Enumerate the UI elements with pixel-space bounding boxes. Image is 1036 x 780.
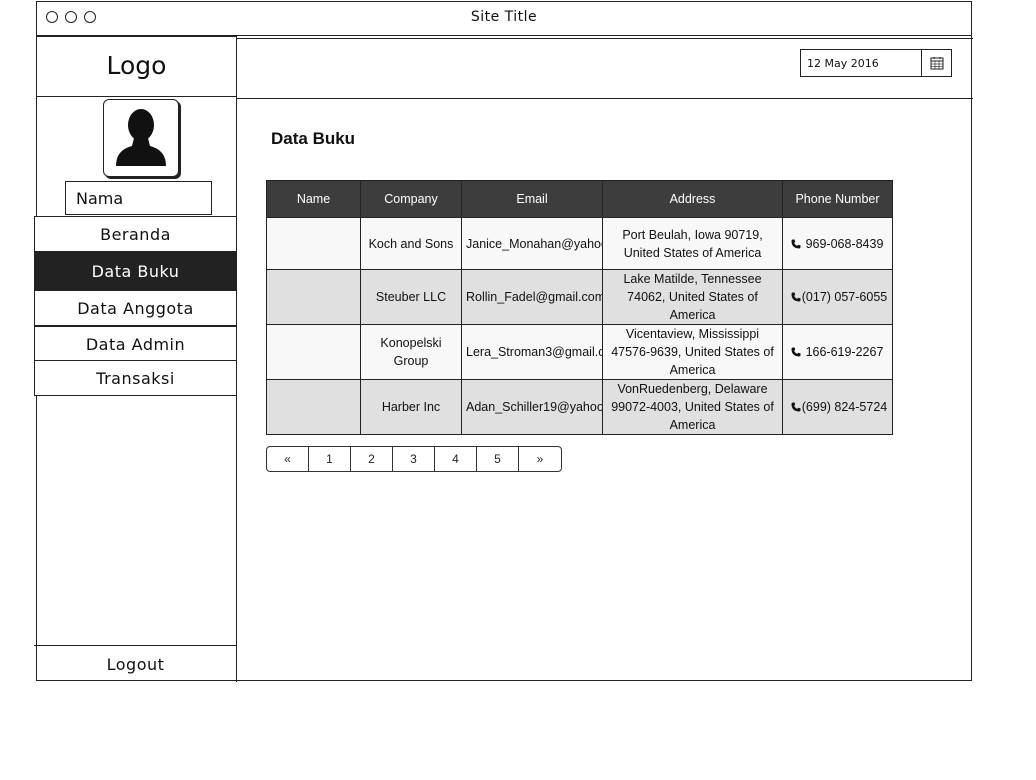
phone-number: (699) 824-5724 — [801, 400, 888, 414]
pagination-prev-button[interactable]: « — [267, 447, 309, 471]
cell-address: Vicentaview, Mississippi 47576-9639, Uni… — [602, 324, 783, 380]
pagination: « 1 2 3 4 5 » — [266, 446, 562, 472]
cell-name — [266, 269, 361, 325]
sidebar-item-label: Data Anggota — [77, 298, 194, 318]
cell-name — [266, 217, 361, 270]
cell-phone: (017) 057-6055 — [782, 269, 893, 325]
sidebar: Nama Beranda Data Buku Data Anggota Data… — [34, 97, 237, 682]
pagination-page-3[interactable]: 3 — [393, 447, 435, 471]
column-header-address[interactable]: Address — [602, 180, 783, 218]
column-header-company[interactable]: Company — [360, 180, 462, 218]
phone-number: 166-619-2267 — [805, 345, 884, 359]
phone-number: (017) 057-6055 — [801, 290, 888, 304]
sidebar-item-data-buku[interactable]: Data Buku — [34, 252, 237, 290]
cell-address: VonRuedenberg, Delaware 99072-4003, Unit… — [602, 379, 783, 435]
cell-company: Steuber LLC — [360, 269, 462, 325]
date-picker[interactable]: 12 May 2016 — [800, 49, 952, 77]
table-row[interactable]: Konopelski Group Lera_Stroman3@gmail.com… — [266, 324, 893, 380]
sidebar-item-data-admin[interactable]: Data Admin — [34, 326, 237, 362]
sidebar-item-beranda[interactable]: Beranda — [34, 216, 237, 252]
sidebar-item-transaksi[interactable]: Transaksi — [34, 360, 237, 396]
table-row[interactable]: Harber Inc Adan_Schiller19@yahoo.com Von… — [266, 379, 893, 435]
cell-address: Lake Matilde, Tennessee 74062, United St… — [602, 269, 783, 325]
phone-icon — [787, 402, 801, 412]
phone-icon — [787, 347, 801, 357]
sidebar-item-label: Data Admin — [85, 334, 186, 354]
user-name-field: Nama — [65, 181, 212, 215]
page-title: Data Buku — [271, 129, 356, 148]
pagination-page-1[interactable]: 1 — [309, 447, 351, 471]
table-row[interactable]: Steuber LLC Rollin_Fadel@gmail.com Lake … — [266, 269, 893, 325]
column-header-email[interactable]: Email — [461, 180, 603, 218]
user-silhouette-icon — [103, 99, 179, 177]
column-header-phone[interactable]: Phone Number — [782, 180, 893, 218]
cell-name — [266, 324, 361, 380]
cell-address: Port Beulah, Iowa 90719, United States o… — [602, 217, 783, 270]
sidebar-item-data-anggota[interactable]: Data Anggota — [34, 290, 237, 326]
cell-email: Lera_Stroman3@gmail.com — [461, 324, 603, 380]
cell-name — [266, 379, 361, 435]
pagination-page-5[interactable]: 5 — [477, 447, 519, 471]
title-bar: Site Title — [37, 2, 971, 36]
date-value: 12 May 2016 — [807, 57, 879, 70]
cell-company: Konopelski Group — [360, 324, 462, 380]
pagination-page-4[interactable]: 4 — [435, 447, 477, 471]
cell-company: Harber Inc — [360, 379, 462, 435]
calendar-icon[interactable] — [921, 50, 951, 76]
cell-email: Janice_Monahan@yahoo.com — [461, 217, 603, 270]
phone-icon — [787, 292, 801, 302]
pagination-next-button[interactable]: » — [519, 447, 561, 471]
sidebar-item-label: Beranda — [100, 224, 171, 244]
phone-number: 969-068-8439 — [805, 236, 884, 251]
table-row[interactable]: Koch and Sons Janice_Monahan@yahoo.com P… — [266, 217, 893, 270]
table-header-row: Name Company Email Address Phone Number — [266, 180, 893, 218]
cell-email: Adan_Schiller19@yahoo.com — [461, 379, 603, 435]
data-table: Name Company Email Address Phone Number … — [266, 180, 893, 435]
phone-icon — [787, 239, 801, 249]
sidebar-item-label: Data Buku — [91, 261, 180, 281]
cell-phone: 969-068-8439 — [782, 217, 893, 270]
pagination-page-2[interactable]: 2 — [351, 447, 393, 471]
cell-phone: (699) 824-5724 — [782, 379, 893, 435]
site-title: Site Title — [470, 9, 538, 25]
column-header-name[interactable]: Name — [266, 180, 361, 218]
logo[interactable]: Logo — [36, 36, 237, 97]
cell-email: Rollin_Fadel@gmail.com — [461, 269, 603, 325]
logout-button[interactable]: Logout — [34, 645, 237, 682]
sidebar-item-label: Transaksi — [96, 368, 175, 388]
cell-phone: 166-619-2267 — [782, 324, 893, 380]
logo-text: Logo — [106, 51, 167, 80]
user-name: Nama — [76, 189, 124, 208]
cell-company: Koch and Sons — [360, 217, 462, 270]
